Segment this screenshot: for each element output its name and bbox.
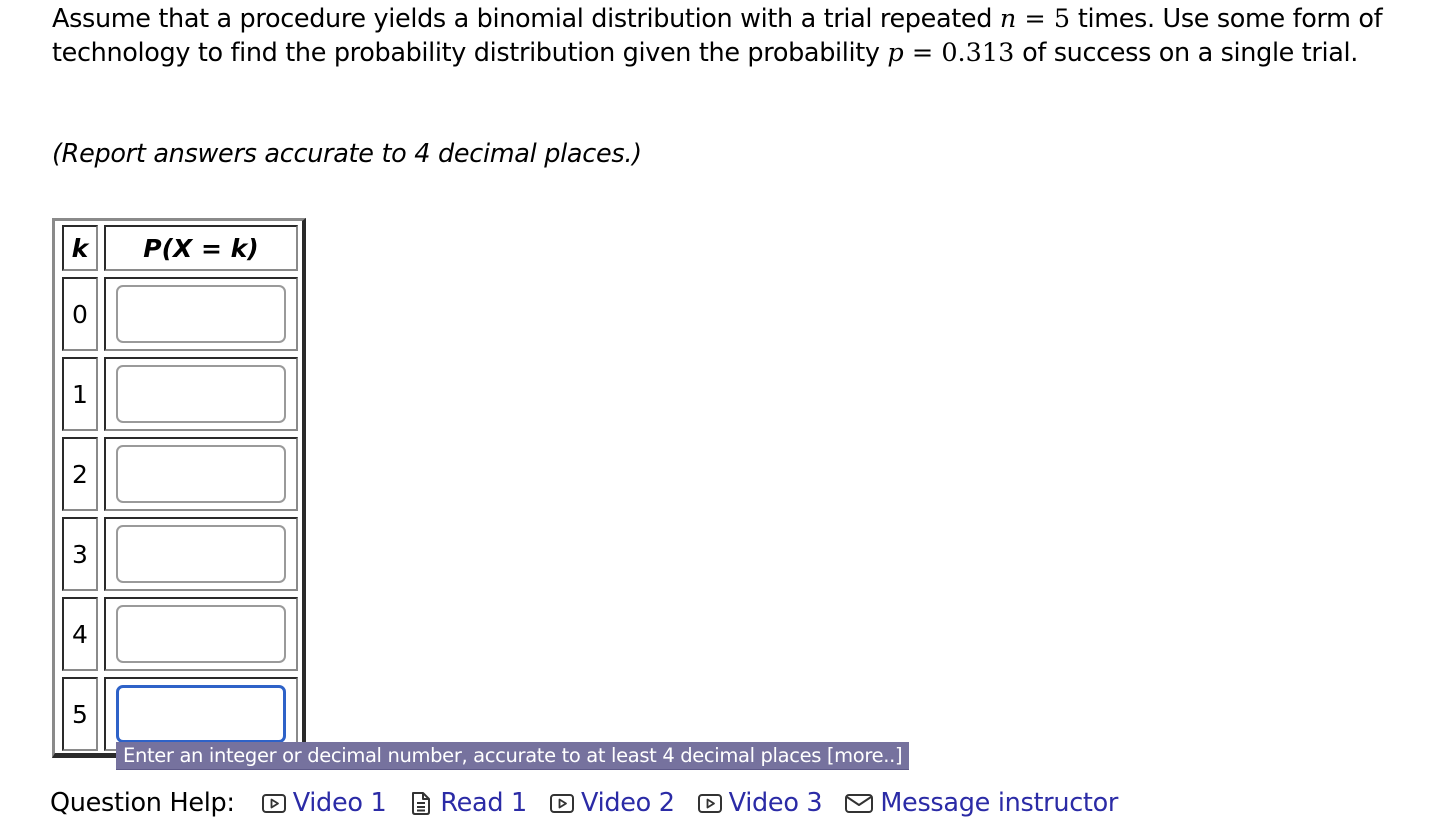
k-value: 2 [72, 459, 88, 489]
equals-sign: = [903, 38, 942, 68]
k-value: 4 [72, 619, 88, 649]
question-text: Assume that a procedure yields a binomia… [52, 2, 1432, 70]
question-page: Assume that a procedure yields a binomia… [0, 0, 1455, 833]
probability-input-k3[interactable] [116, 525, 286, 583]
help-link-video-3[interactable]: Video 3 [697, 788, 823, 818]
probability-input-k4[interactable] [116, 605, 286, 663]
n-value: 5 [1053, 4, 1071, 34]
p-variable: p [887, 38, 904, 68]
equals-sign: = [1016, 4, 1054, 34]
probability-input-k1[interactable] [116, 365, 286, 423]
probability-input-k2[interactable] [116, 445, 286, 503]
k-cell-0: 0 [62, 277, 98, 351]
video-icon [697, 790, 723, 816]
instruction-text: (Report answers accurate to 4 decimal pl… [52, 139, 642, 169]
k-value: 1 [72, 379, 88, 409]
header-k-label: k [71, 233, 89, 263]
k-value: 3 [72, 539, 88, 569]
question-text-part1: Assume that a procedure yields a binomia… [52, 4, 1000, 34]
p-expression: p = 0.313 [887, 38, 1014, 68]
p-cell-5 [104, 677, 298, 751]
n-variable: n [999, 4, 1017, 34]
header-probability: P(X = k) [104, 225, 298, 271]
p-cell-0 [104, 277, 298, 351]
help-link-label: Video 1 [292, 788, 387, 818]
k-cell-2: 2 [62, 437, 98, 511]
video-icon [549, 790, 575, 816]
k-cell-1: 1 [62, 357, 98, 431]
help-link-label: Message instructor [880, 788, 1119, 818]
help-link-label: Read 1 [440, 788, 527, 818]
p-cell-2 [104, 437, 298, 511]
tooltip-more-link[interactable]: [more..] [827, 744, 903, 767]
video-icon [261, 790, 287, 816]
p-cell-3 [104, 517, 298, 591]
p-cell-1 [104, 357, 298, 431]
k-cell-4: 4 [62, 597, 98, 671]
help-link-message-instructor[interactable]: Message instructor [844, 788, 1118, 818]
document-icon [408, 790, 434, 816]
help-link-label: Video 3 [728, 788, 823, 818]
p-value: 0.313 [941, 38, 1015, 68]
question-help-bar: Question Help: Video 1 Read 1 Video 2 Vi… [50, 785, 1140, 821]
probability-input-k5[interactable] [116, 685, 286, 743]
help-link-read-1[interactable]: Read 1 [408, 788, 527, 818]
tooltip-text: Enter an integer or decimal number, accu… [123, 744, 827, 767]
header-k: k [62, 225, 98, 271]
k-value: 5 [72, 699, 88, 729]
mail-icon [844, 790, 874, 816]
k-cell-3: 3 [62, 517, 98, 591]
k-value: 0 [72, 299, 88, 329]
k-cell-5: 5 [62, 677, 98, 751]
help-link-video-2[interactable]: Video 2 [549, 788, 675, 818]
p-cell-4 [104, 597, 298, 671]
question-help-label: Question Help: [50, 788, 235, 818]
probability-input-k0[interactable] [116, 285, 286, 343]
input-hint-tooltip: Enter an integer or decimal number, accu… [116, 742, 910, 770]
header-probability-label: P(X = k) [143, 233, 259, 263]
probability-table: k P(X = k) 0 1 2 3 4 5 [52, 218, 306, 758]
help-link-label: Video 2 [580, 788, 675, 818]
help-link-video-1[interactable]: Video 1 [261, 788, 387, 818]
question-text-part3: of success on a single trial. [1014, 38, 1359, 68]
n-expression: n = 5 [1000, 4, 1070, 34]
